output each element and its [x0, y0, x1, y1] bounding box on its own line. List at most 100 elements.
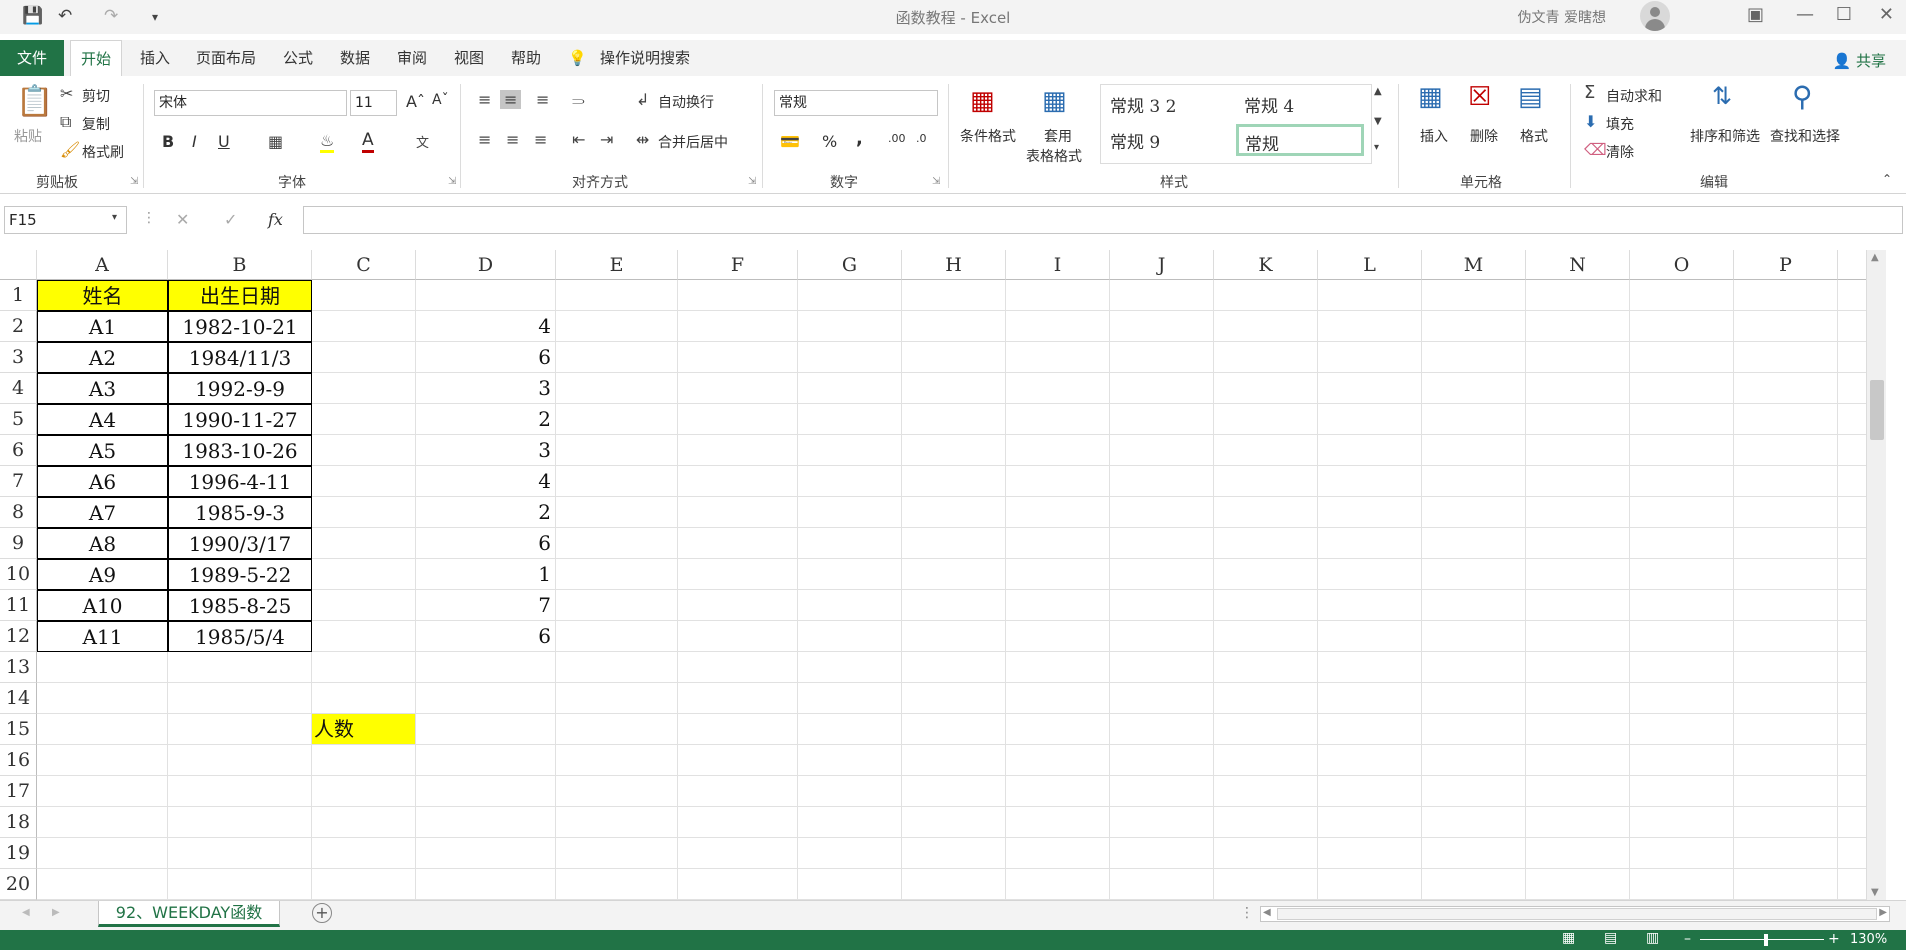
cell[interactable]: A2 [37, 342, 168, 373]
cell[interactable] [1734, 280, 1838, 311]
wrap-text-button[interactable]: 自动换行 [658, 92, 714, 112]
next-sheet-icon[interactable]: ▶ [52, 907, 60, 918]
cell[interactable] [1110, 838, 1214, 869]
column-header[interactable]: I [1006, 250, 1110, 280]
cell[interactable] [1526, 683, 1630, 714]
cell[interactable] [556, 528, 678, 559]
cell[interactable] [1630, 714, 1734, 745]
autosum-button[interactable]: 自动求和 [1606, 86, 1662, 106]
cell[interactable] [902, 342, 1006, 373]
column-header[interactable]: O [1630, 250, 1734, 280]
column-header[interactable]: N [1526, 250, 1630, 280]
cell[interactable] [1318, 745, 1422, 776]
cell[interactable] [1734, 838, 1838, 869]
cell[interactable] [1214, 838, 1318, 869]
scroll-right-icon[interactable]: ▶ [1879, 907, 1887, 918]
row-header[interactable]: 13 [0, 652, 37, 683]
cell[interactable] [902, 311, 1006, 342]
cell[interactable] [556, 435, 678, 466]
collapse-ribbon-icon[interactable]: ⌃ [1882, 172, 1892, 186]
scroll-down-icon[interactable]: ▼ [1374, 116, 1382, 127]
cell[interactable] [1110, 311, 1214, 342]
cell[interactable] [678, 776, 798, 807]
align-right-icon[interactable]: ≡ [534, 130, 547, 149]
cell[interactable] [798, 342, 902, 373]
cell[interactable] [1006, 373, 1110, 404]
cell[interactable]: 1996-4-11 [168, 466, 312, 497]
cell[interactable] [1110, 373, 1214, 404]
header-cell-date[interactable]: 出生日期 [168, 280, 312, 311]
cell[interactable] [678, 621, 798, 652]
cell[interactable]: 1 [416, 559, 556, 590]
cell[interactable] [37, 776, 168, 807]
cell[interactable] [678, 280, 798, 311]
cell[interactable] [1734, 373, 1838, 404]
cell[interactable] [1214, 373, 1318, 404]
cell[interactable]: 1984/11/3 [168, 342, 312, 373]
cell[interactable] [1006, 683, 1110, 714]
cell[interactable] [37, 838, 168, 869]
column-header[interactable]: J [1110, 250, 1214, 280]
cancel-icon[interactable]: ✕ [176, 210, 189, 229]
cell[interactable] [1110, 714, 1214, 745]
row-header[interactable]: 10 [0, 559, 37, 590]
cell[interactable] [1526, 590, 1630, 621]
cell[interactable] [1526, 621, 1630, 652]
cell[interactable] [1214, 528, 1318, 559]
cell[interactable] [1630, 559, 1734, 590]
accounting-icon[interactable]: 💳 [780, 132, 800, 151]
cell[interactable] [1630, 590, 1734, 621]
cell[interactable] [1006, 621, 1110, 652]
cell[interactable] [556, 280, 678, 311]
cell[interactable] [798, 807, 902, 838]
font-color-icon[interactable]: A [362, 130, 374, 153]
cell[interactable] [1734, 466, 1838, 497]
cell[interactable] [798, 652, 902, 683]
cell[interactable] [1630, 497, 1734, 528]
cell[interactable] [556, 497, 678, 528]
cell[interactable]: A7 [37, 497, 168, 528]
sort-filter-button[interactable]: 排序和筛选 [1690, 126, 1760, 146]
cell[interactable] [1110, 404, 1214, 435]
avatar[interactable] [1640, 1, 1670, 31]
cell[interactable] [902, 683, 1006, 714]
cell[interactable] [416, 280, 556, 311]
cell[interactable] [798, 497, 902, 528]
cell[interactable] [1110, 590, 1214, 621]
row-header[interactable]: 19 [0, 838, 37, 869]
cell[interactable] [1630, 373, 1734, 404]
cell[interactable] [902, 714, 1006, 745]
cell[interactable] [798, 559, 902, 590]
scroll-left-icon[interactable]: ◀ [1263, 907, 1271, 918]
cell[interactable] [1734, 342, 1838, 373]
cell[interactable] [678, 528, 798, 559]
style-item[interactable]: 常规 9 [1110, 128, 1160, 153]
cell[interactable] [1110, 776, 1214, 807]
cell[interactable] [1214, 497, 1318, 528]
cell[interactable] [1006, 559, 1110, 590]
cell[interactable] [1110, 745, 1214, 776]
cell[interactable] [1630, 683, 1734, 714]
cell[interactable] [416, 807, 556, 838]
tab-data[interactable]: 数据 [340, 40, 370, 76]
cell[interactable] [37, 745, 168, 776]
clear-button[interactable]: 清除 [1606, 142, 1634, 162]
fill-button[interactable]: 填充 [1606, 114, 1634, 134]
cell[interactable] [1422, 838, 1526, 869]
cell-c15[interactable]: 人数 [312, 714, 416, 745]
cell[interactable] [312, 373, 416, 404]
cell[interactable] [1214, 590, 1318, 621]
page-break-view-icon[interactable]: ▥ [1646, 930, 1659, 946]
cell[interactable] [1006, 776, 1110, 807]
align-center-icon[interactable]: ≡ [506, 130, 519, 149]
cell[interactable] [902, 466, 1006, 497]
cell[interactable] [1526, 342, 1630, 373]
cell[interactable] [1006, 311, 1110, 342]
cell[interactable] [1422, 497, 1526, 528]
cell[interactable]: 6 [416, 342, 556, 373]
chevron-down-icon[interactable]: ▾ [112, 212, 117, 223]
cell[interactable] [1422, 776, 1526, 807]
shrink-font-icon[interactable]: Aˇ [432, 92, 449, 108]
cell[interactable]: A11 [37, 621, 168, 652]
cell[interactable] [1318, 683, 1422, 714]
